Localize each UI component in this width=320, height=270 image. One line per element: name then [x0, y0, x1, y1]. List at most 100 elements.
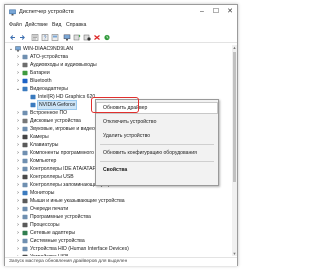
usb-icon: [22, 174, 28, 180]
processor-icon: [22, 222, 28, 228]
tree-item-label: Сетевые адаптеры: [30, 230, 76, 236]
vertical-scrollbar[interactable]: ▲ ▼: [232, 45, 237, 256]
update-driver-icon[interactable]: [73, 34, 81, 41]
menu-action[interactable]: Действие: [25, 22, 48, 28]
expand-arrow-icon[interactable]: ›: [15, 173, 21, 181]
tree-item-label: Контроллеры IDE ATA/ATAPI: [30, 166, 98, 172]
device-icon: [22, 54, 28, 60]
menu-file[interactable]: Файл: [9, 22, 22, 28]
tree-category[interactable]: › Аудиовходы и аудиовыходы: [5, 61, 225, 69]
display-adapter-icon: [22, 86, 28, 92]
tree-root[interactable]: ⌄ WIN-DIAAC9ND9LAN: [5, 45, 225, 53]
tree-item-label: ATO-устройства: [30, 54, 68, 60]
expand-arrow-icon[interactable]: ›: [15, 165, 21, 173]
expand-arrow-icon[interactable]: ›: [15, 197, 21, 205]
tree-category[interactable]: › Bluetooth: [5, 77, 225, 85]
expand-arrow-icon[interactable]: ›: [15, 213, 21, 221]
collapse-arrow-icon[interactable]: ⌄: [15, 85, 21, 93]
expand-arrow-icon[interactable]: ›: [15, 53, 21, 61]
device-manager-window: Диспетчер устройств – ☐ ✕ Файл Действие …: [4, 4, 238, 266]
tree-item-label: Процессоры: [30, 222, 60, 228]
tree-item-label: Контроллеры USB: [30, 174, 74, 180]
expand-arrow-icon[interactable]: ›: [15, 229, 21, 237]
computer-icon: [15, 46, 21, 52]
expand-arrow-icon[interactable]: ›: [15, 77, 21, 85]
properties-icon[interactable]: [31, 34, 39, 41]
expand-arrow-icon[interactable]: ›: [15, 109, 21, 117]
firmware-icon: [22, 110, 28, 116]
tree-item-label: Intel(R) HD Graphics 620: [38, 94, 96, 100]
expand-arrow-icon[interactable]: ›: [15, 237, 21, 245]
tree-category[interactable]: › Батареи: [5, 69, 225, 77]
forward-icon[interactable]: [18, 34, 26, 41]
context-disable-device[interactable]: Отключить устройство: [97, 117, 217, 127]
tree-category[interactable]: › Устройства USB: [5, 253, 225, 256]
expand-arrow-icon[interactable]: ›: [15, 149, 21, 157]
usb-icon: [22, 254, 28, 256]
help-icon[interactable]: ?: [41, 34, 49, 41]
tree-item-label: Мыши и иные указывающие устройства: [30, 198, 125, 204]
expand-arrow-icon[interactable]: ›: [15, 181, 21, 189]
tree-category[interactable]: › Системные устройства: [5, 237, 225, 245]
expand-arrow-icon[interactable]: ›: [15, 141, 21, 149]
expand-arrow-icon[interactable]: ›: [15, 245, 21, 253]
tree-category[interactable]: › Устройства HID (Human Interface Devices…: [5, 245, 225, 253]
battery-icon: [22, 70, 28, 76]
scroll-down-icon[interactable]: ▼: [232, 251, 237, 256]
tree-item-label: Программные устройства: [30, 214, 91, 220]
monitor-icon[interactable]: [63, 34, 71, 41]
tree-category[interactable]: › Программные устройства: [5, 213, 225, 221]
sound-icon: [22, 126, 28, 132]
expand-arrow-icon[interactable]: ›: [15, 133, 21, 141]
menu-bar: Файл Действие Вид Справка: [5, 21, 237, 30]
tree-item-label: Дисковые устройства: [30, 118, 81, 124]
minimize-button[interactable]: –: [197, 7, 207, 17]
tree-item-label: Клавиатуры: [30, 142, 59, 148]
view-icon[interactable]: [51, 34, 59, 41]
context-properties[interactable]: Свойства: [97, 165, 217, 175]
tree-category[interactable]: › Процессоры: [5, 221, 225, 229]
toolbar: ?: [5, 32, 237, 43]
expand-arrow-icon[interactable]: ›: [15, 61, 21, 69]
tree-item-label: Bluetooth: [30, 78, 52, 84]
expand-arrow-icon[interactable]: ›: [15, 253, 21, 256]
tree-category[interactable]: › Сетевые адаптеры: [5, 229, 225, 237]
menu-help[interactable]: Справка: [66, 22, 86, 28]
scan-hardware-icon[interactable]: [103, 34, 111, 41]
audio-icon: [22, 62, 28, 68]
window-title: Диспетчер устройств: [19, 9, 74, 15]
maximize-button[interactable]: ☐: [211, 7, 221, 17]
tree-category[interactable]: › ATO-устройства: [5, 53, 225, 61]
context-uninstall-device[interactable]: Удалить устройство: [97, 131, 217, 141]
uninstall-device-icon[interactable]: [93, 34, 101, 41]
expand-arrow-icon[interactable]: ›: [15, 125, 21, 133]
scrollbar-thumb[interactable]: [233, 52, 236, 182]
bluetooth-icon: [22, 78, 28, 84]
tree-category[interactable]: › Мыши и иные указывающие устройства: [5, 197, 225, 205]
disable-device-icon[interactable]: [83, 34, 91, 41]
scroll-up-icon[interactable]: ▲: [232, 45, 237, 50]
tree-item-label: NVIDIA Geforce: [36, 100, 78, 110]
expand-arrow-icon[interactable]: ›: [15, 157, 21, 165]
print-queue-icon: [22, 206, 28, 212]
collapse-arrow-icon[interactable]: ⌄: [8, 45, 14, 53]
svg-text:?: ?: [44, 36, 47, 41]
expand-arrow-icon[interactable]: ›: [15, 117, 21, 125]
expand-arrow-icon[interactable]: ›: [15, 221, 21, 229]
expand-arrow-icon[interactable]: ›: [15, 69, 21, 77]
tree-item-label: Мониторы: [30, 190, 55, 196]
tree-category[interactable]: › Очереди печати: [5, 205, 225, 213]
tree-category[interactable]: ⌄ Видеоадаптеры: [5, 85, 225, 93]
expand-arrow-icon[interactable]: ›: [15, 205, 21, 213]
back-icon[interactable]: [9, 34, 17, 41]
hid-icon: [22, 246, 28, 252]
context-separator: [100, 161, 214, 162]
tree-item-label: Устройства HID (Human Interface Devices): [30, 246, 129, 252]
menu-view[interactable]: Вид: [52, 22, 61, 28]
keyboard-icon: [22, 142, 28, 148]
tree-item-label: Встроенное ПО: [30, 110, 68, 116]
expand-arrow-icon[interactable]: ›: [15, 189, 21, 197]
close-button[interactable]: ✕: [225, 7, 235, 17]
tree-category[interactable]: › Мониторы: [5, 189, 225, 197]
context-scan-hardware[interactable]: Обновить конфигурацию оборудования: [97, 148, 217, 158]
